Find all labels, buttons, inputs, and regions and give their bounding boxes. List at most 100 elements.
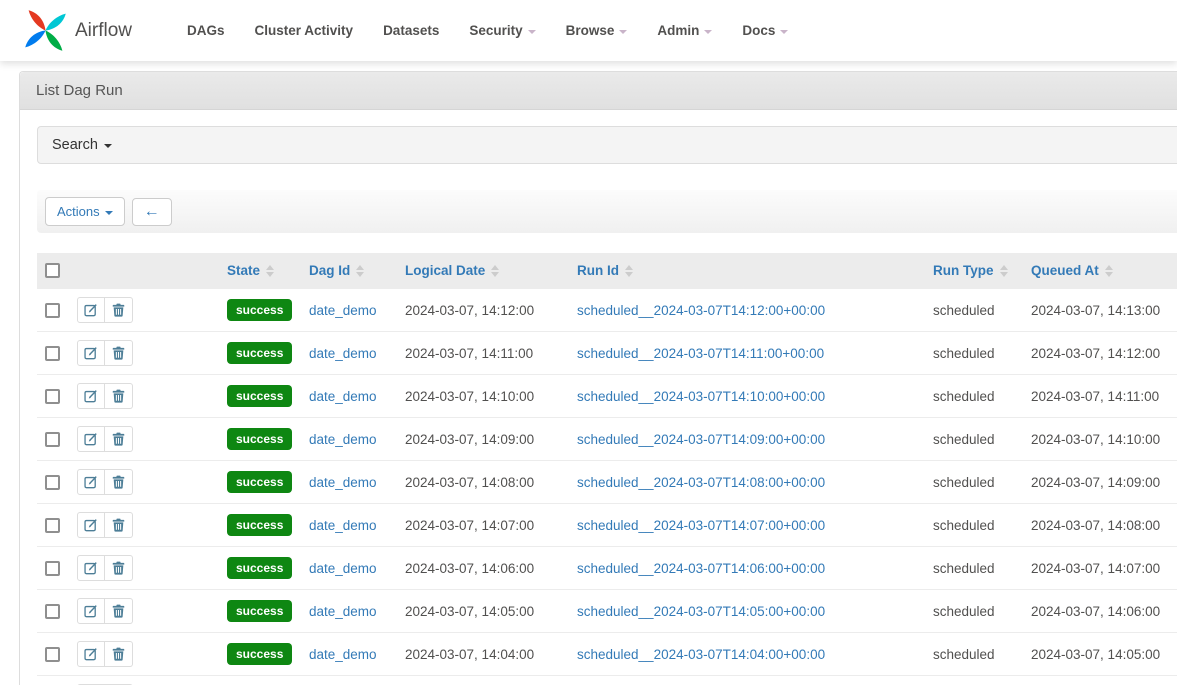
run-id-cell: scheduled__2024-03-07T14:04:00+00:00 bbox=[569, 633, 925, 676]
column-header-logical-date[interactable]: Logical Date bbox=[397, 253, 569, 289]
status-badge: success bbox=[227, 514, 292, 536]
delete-button[interactable] bbox=[105, 598, 133, 624]
state-cell: success bbox=[219, 547, 301, 590]
run-id-cell: scheduled__2024-03-07T14:03:00+00:00 bbox=[569, 676, 925, 685]
run-id-link[interactable]: scheduled__2024-03-07T14:08:00+00:00 bbox=[577, 475, 825, 490]
edit-button[interactable] bbox=[77, 297, 105, 323]
dag-id-link[interactable]: date_demo bbox=[309, 518, 377, 533]
dag-run-table: State Dag Id Logical Date Run Id Run Typ… bbox=[37, 253, 1177, 685]
edit-button[interactable] bbox=[77, 512, 105, 538]
edit-button[interactable] bbox=[77, 598, 105, 624]
nav-item-admin[interactable]: Admin bbox=[642, 23, 727, 38]
nav-item-label: Security bbox=[469, 23, 522, 38]
row-checkbox[interactable] bbox=[45, 518, 60, 533]
queued-at-cell: 2024-03-07, 14:13:00 bbox=[1023, 289, 1177, 332]
queued-at-cell: 2024-03-07, 14:10:00 bbox=[1023, 418, 1177, 461]
actions-dropdown-button[interactable]: Actions bbox=[45, 197, 125, 226]
row-checkbox[interactable] bbox=[45, 432, 60, 447]
table-row: success date_demo 2024-03-07, 14:08:00 s… bbox=[37, 461, 1177, 504]
row-checkbox[interactable] bbox=[45, 389, 60, 404]
select-all-checkbox[interactable] bbox=[45, 263, 60, 278]
row-actions-cell bbox=[69, 375, 219, 418]
sort-arrows-icon[interactable] bbox=[356, 265, 364, 277]
row-checkbox[interactable] bbox=[45, 647, 60, 662]
caret-down-icon bbox=[619, 30, 627, 34]
row-checkbox[interactable] bbox=[45, 346, 60, 361]
select-all-header[interactable] bbox=[37, 253, 69, 289]
trash-icon bbox=[112, 604, 125, 618]
run-id-link[interactable]: scheduled__2024-03-07T14:09:00+00:00 bbox=[577, 432, 825, 447]
delete-button[interactable] bbox=[105, 383, 133, 409]
sort-arrows-icon[interactable] bbox=[625, 265, 633, 277]
nav-item-label: DAGs bbox=[187, 23, 225, 38]
logical-date-cell: 2024-03-07, 14:12:00 bbox=[397, 289, 569, 332]
delete-button[interactable] bbox=[105, 297, 133, 323]
run-id-link[interactable]: scheduled__2024-03-07T14:11:00+00:00 bbox=[577, 346, 824, 361]
row-checkbox[interactable] bbox=[45, 604, 60, 619]
run-type-cell: scheduled bbox=[925, 547, 1023, 590]
run-id-link[interactable]: scheduled__2024-03-07T14:10:00+00:00 bbox=[577, 389, 825, 404]
top-navbar: Airflow DAGs Cluster Activity Datasets S… bbox=[0, 0, 1177, 61]
dag-id-link[interactable]: date_demo bbox=[309, 647, 377, 662]
logical-date-cell: 2024-03-07, 14:10:00 bbox=[397, 375, 569, 418]
actions-column-header bbox=[69, 253, 219, 289]
sort-arrows-icon[interactable] bbox=[1000, 265, 1008, 277]
back-button[interactable]: ← bbox=[132, 198, 172, 226]
sort-arrows-icon[interactable] bbox=[491, 265, 499, 277]
nav-item-browse[interactable]: Browse bbox=[551, 23, 643, 38]
row-checkbox[interactable] bbox=[45, 475, 60, 490]
delete-button[interactable] bbox=[105, 641, 133, 667]
main-menu: DAGs Cluster Activity Datasets Security … bbox=[172, 23, 803, 38]
delete-button[interactable] bbox=[105, 469, 133, 495]
run-id-link[interactable]: scheduled__2024-03-07T14:06:00+00:00 bbox=[577, 561, 825, 576]
column-header-queued-at[interactable]: Queued At bbox=[1023, 253, 1177, 289]
dag-id-link[interactable]: date_demo bbox=[309, 475, 377, 490]
state-cell: success bbox=[219, 461, 301, 504]
trash-icon bbox=[112, 647, 125, 661]
row-select-cell bbox=[37, 504, 69, 547]
table-row: success date_demo 2024-03-07, 14:11:00 s… bbox=[37, 332, 1177, 375]
row-checkbox[interactable] bbox=[45, 561, 60, 576]
actions-label: Actions bbox=[57, 205, 100, 218]
delete-button[interactable] bbox=[105, 555, 133, 581]
nav-item-security[interactable]: Security bbox=[454, 23, 550, 38]
sort-arrows-icon[interactable] bbox=[266, 265, 274, 277]
search-toggle[interactable]: Search bbox=[37, 126, 1177, 164]
edit-button[interactable] bbox=[77, 426, 105, 452]
column-header-run-id[interactable]: Run Id bbox=[569, 253, 925, 289]
column-header-state[interactable]: State bbox=[219, 253, 301, 289]
logical-date-cell: 2024-03-07, 14:11:00 bbox=[397, 332, 569, 375]
run-id-link[interactable]: scheduled__2024-03-07T14:04:00+00:00 bbox=[577, 647, 825, 662]
dag-id-link[interactable]: date_demo bbox=[309, 346, 377, 361]
row-checkbox[interactable] bbox=[45, 303, 60, 318]
delete-button[interactable] bbox=[105, 340, 133, 366]
nav-item-docs[interactable]: Docs bbox=[727, 23, 803, 38]
dag-id-link[interactable]: date_demo bbox=[309, 303, 377, 318]
edit-button[interactable] bbox=[77, 469, 105, 495]
dag-id-link[interactable]: date_demo bbox=[309, 389, 377, 404]
nav-item-dags[interactable]: DAGs bbox=[172, 23, 240, 38]
queued-at-cell: 2024-03-07, 14:07:00 bbox=[1023, 547, 1177, 590]
edit-button[interactable] bbox=[77, 383, 105, 409]
delete-button[interactable] bbox=[105, 512, 133, 538]
logical-date-cell: 2024-03-07, 14:04:00 bbox=[397, 633, 569, 676]
sort-arrows-icon[interactable] bbox=[1105, 265, 1113, 277]
column-header-run-type[interactable]: Run Type bbox=[925, 253, 1023, 289]
nav-item-label: Admin bbox=[657, 23, 699, 38]
column-header-dag-id[interactable]: Dag Id bbox=[301, 253, 397, 289]
edit-button[interactable] bbox=[77, 555, 105, 581]
nav-item-datasets[interactable]: Datasets bbox=[368, 23, 454, 38]
trash-icon bbox=[112, 432, 125, 446]
run-id-link[interactable]: scheduled__2024-03-07T14:12:00+00:00 bbox=[577, 303, 825, 318]
run-type-cell: scheduled bbox=[925, 332, 1023, 375]
delete-button[interactable] bbox=[105, 426, 133, 452]
dag-id-link[interactable]: date_demo bbox=[309, 432, 377, 447]
edit-button[interactable] bbox=[77, 340, 105, 366]
dag-id-link[interactable]: date_demo bbox=[309, 604, 377, 619]
run-id-link[interactable]: scheduled__2024-03-07T14:05:00+00:00 bbox=[577, 604, 825, 619]
edit-button[interactable] bbox=[77, 641, 105, 667]
run-id-link[interactable]: scheduled__2024-03-07T14:07:00+00:00 bbox=[577, 518, 825, 533]
nav-item-cluster-activity[interactable]: Cluster Activity bbox=[240, 23, 369, 38]
airflow-brand[interactable]: Airflow bbox=[23, 8, 132, 53]
dag-id-link[interactable]: date_demo bbox=[309, 561, 377, 576]
